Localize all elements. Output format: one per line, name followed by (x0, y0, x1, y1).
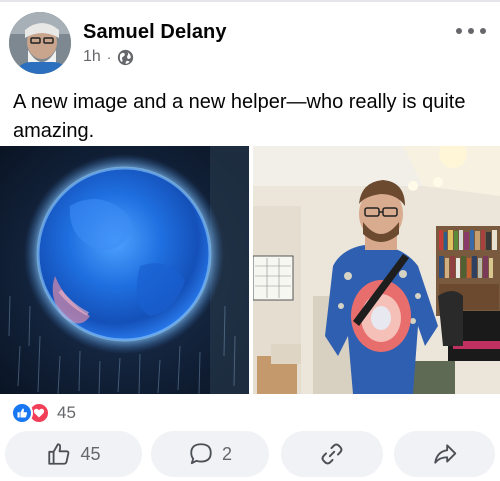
meta-separator: · (106, 49, 112, 65)
reaction-count: 45 (57, 403, 76, 422)
author-name[interactable]: Samuel Delany (83, 21, 227, 44)
more-dot-icon (468, 28, 474, 34)
like-button[interactable]: 45 (5, 431, 142, 477)
person-photo[interactable] (253, 146, 500, 394)
thumbs-up-icon (46, 441, 72, 467)
like-count: 45 (80, 443, 101, 464)
planet-image[interactable] (0, 146, 249, 394)
more-options-button[interactable] (456, 20, 486, 42)
comment-icon (188, 441, 214, 467)
globe-icon[interactable] (117, 49, 134, 66)
share-arrow-icon (432, 441, 458, 467)
link-icon (319, 441, 345, 467)
more-dot-icon (456, 28, 462, 34)
reaction-summary[interactable]: 45 (11, 401, 76, 425)
comment-button[interactable]: 2 (151, 431, 269, 477)
post-meta: 1h · (83, 47, 134, 67)
post-text: A new image and a new helper—who really … (13, 91, 466, 142)
copy-link-button[interactable] (281, 431, 383, 477)
avatar[interactable] (9, 12, 71, 74)
comment-count: 2 (221, 443, 232, 464)
avatar-image (9, 12, 71, 74)
action-bar: 45 2 (5, 431, 495, 477)
share-button[interactable] (394, 431, 495, 477)
like-reaction-icon (11, 402, 33, 424)
more-dot-icon (480, 28, 486, 34)
post-time[interactable]: 1h (83, 48, 101, 66)
top-divider (0, 0, 500, 2)
